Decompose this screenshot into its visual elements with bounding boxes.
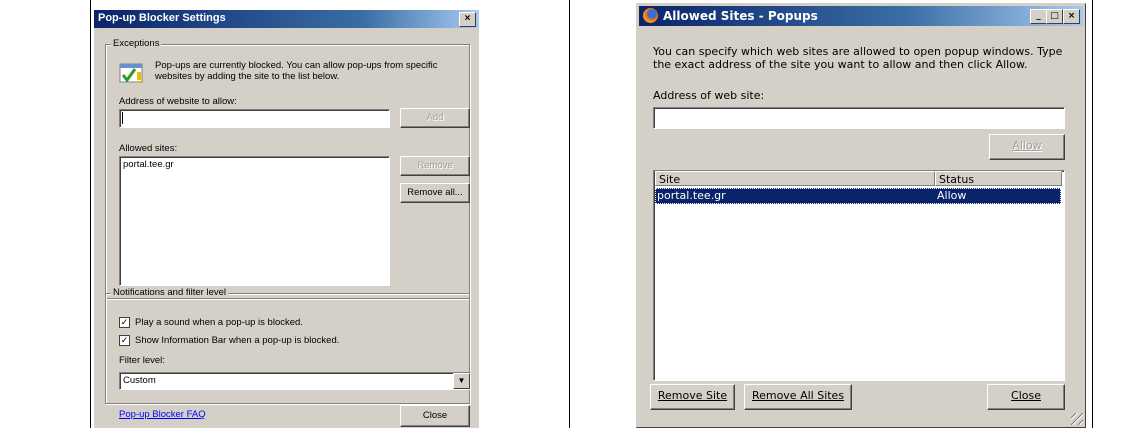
address-input[interactable] bbox=[653, 107, 1065, 129]
close-icon[interactable]: × bbox=[1063, 9, 1080, 24]
popup-shield-icon bbox=[119, 61, 145, 85]
close-button[interactable]: Close bbox=[987, 384, 1065, 410]
chevron-down-icon[interactable]: ▼ bbox=[453, 373, 470, 389]
list-item[interactable]: portal.tee.gr bbox=[123, 159, 174, 170]
sites-table: Site Status portal.tee.gr Allow bbox=[653, 170, 1065, 381]
table-border-left bbox=[90, 0, 91, 428]
popup-blocker-faq-link[interactable]: Pop-up Blocker FAQ bbox=[119, 409, 206, 420]
exceptions-text-line-1: Pop-ups are currently blocked. You can a… bbox=[155, 60, 438, 71]
firefox-allowed-sites-dialog: Allowed Sites - Popups _ □ × You can spe… bbox=[636, 3, 1086, 428]
notifications-label: Notifications and filter level bbox=[111, 287, 228, 298]
row-status: Allow bbox=[937, 189, 967, 202]
address-label: Address of web site: bbox=[653, 89, 765, 102]
description: You can specify which web sites are allo… bbox=[653, 45, 1073, 71]
exceptions-text-line-2: websites by adding the site to the list … bbox=[155, 71, 340, 82]
firefox-logo-icon bbox=[643, 8, 658, 23]
filter-level-label: Filter level: bbox=[119, 355, 165, 366]
address-input[interactable] bbox=[119, 109, 390, 128]
maximize-icon[interactable]: □ bbox=[1046, 9, 1063, 24]
dialog-title: Allowed Sites - Popups bbox=[663, 9, 818, 23]
close-icon[interactable]: × bbox=[459, 12, 476, 27]
remove-site-button[interactable]: Remove Site bbox=[650, 384, 735, 410]
remove-all-sites-button[interactable]: Remove All Sites bbox=[744, 384, 852, 410]
exceptions-label: Exceptions bbox=[111, 38, 162, 49]
play-sound-checkbox[interactable]: ✓ bbox=[119, 317, 130, 328]
info-bar-checkbox[interactable]: ✓ bbox=[119, 335, 130, 346]
text-cursor bbox=[122, 112, 123, 124]
minimize-icon[interactable]: _ bbox=[1030, 9, 1047, 24]
title-bar: Pop-up Blocker Settings × bbox=[94, 10, 479, 28]
allowed-sites-label: Allowed sites: bbox=[119, 143, 178, 154]
ie-popup-blocker-dialog: Pop-up Blocker Settings × Exceptions Pop… bbox=[94, 10, 479, 428]
table-border-right bbox=[1092, 0, 1093, 428]
remove-all-button[interactable]: Remove all... bbox=[400, 183, 470, 203]
description-line-1: You can specify which web sites are allo… bbox=[653, 45, 1063, 58]
title-bar: Allowed Sites - Popups _ □ × bbox=[639, 6, 1083, 26]
column-header-site[interactable]: Site bbox=[655, 171, 935, 186]
description-line-2: the exact address of the site you want t… bbox=[653, 58, 1028, 71]
info-bar-label: Show Information Bar when a pop-up is bl… bbox=[135, 335, 340, 346]
table-row[interactable]: portal.tee.gr Allow bbox=[655, 188, 1061, 204]
exceptions-description: Pop-ups are currently blocked. You can a… bbox=[155, 60, 465, 82]
remove-button[interactable]: Remove bbox=[400, 156, 470, 176]
close-button[interactable]: Close bbox=[400, 405, 470, 427]
dialog-title: Pop-up Blocker Settings bbox=[98, 12, 226, 24]
resize-grip-icon[interactable] bbox=[1071, 413, 1083, 425]
allowed-sites-list[interactable]: portal.tee.gr bbox=[119, 156, 390, 286]
column-header-status[interactable]: Status bbox=[935, 171, 1062, 186]
add-button[interactable]: Add bbox=[400, 108, 470, 128]
filter-level-value: Custom bbox=[123, 375, 156, 386]
play-sound-label: Play a sound when a pop-up is blocked. bbox=[135, 317, 303, 328]
address-label: Address of website to allow: bbox=[119, 96, 237, 107]
filter-level-select[interactable]: Custom ▼ bbox=[119, 372, 471, 390]
allow-button[interactable]: Allow bbox=[989, 134, 1065, 160]
row-site: portal.tee.gr bbox=[657, 189, 726, 202]
table-border-middle bbox=[569, 0, 570, 428]
